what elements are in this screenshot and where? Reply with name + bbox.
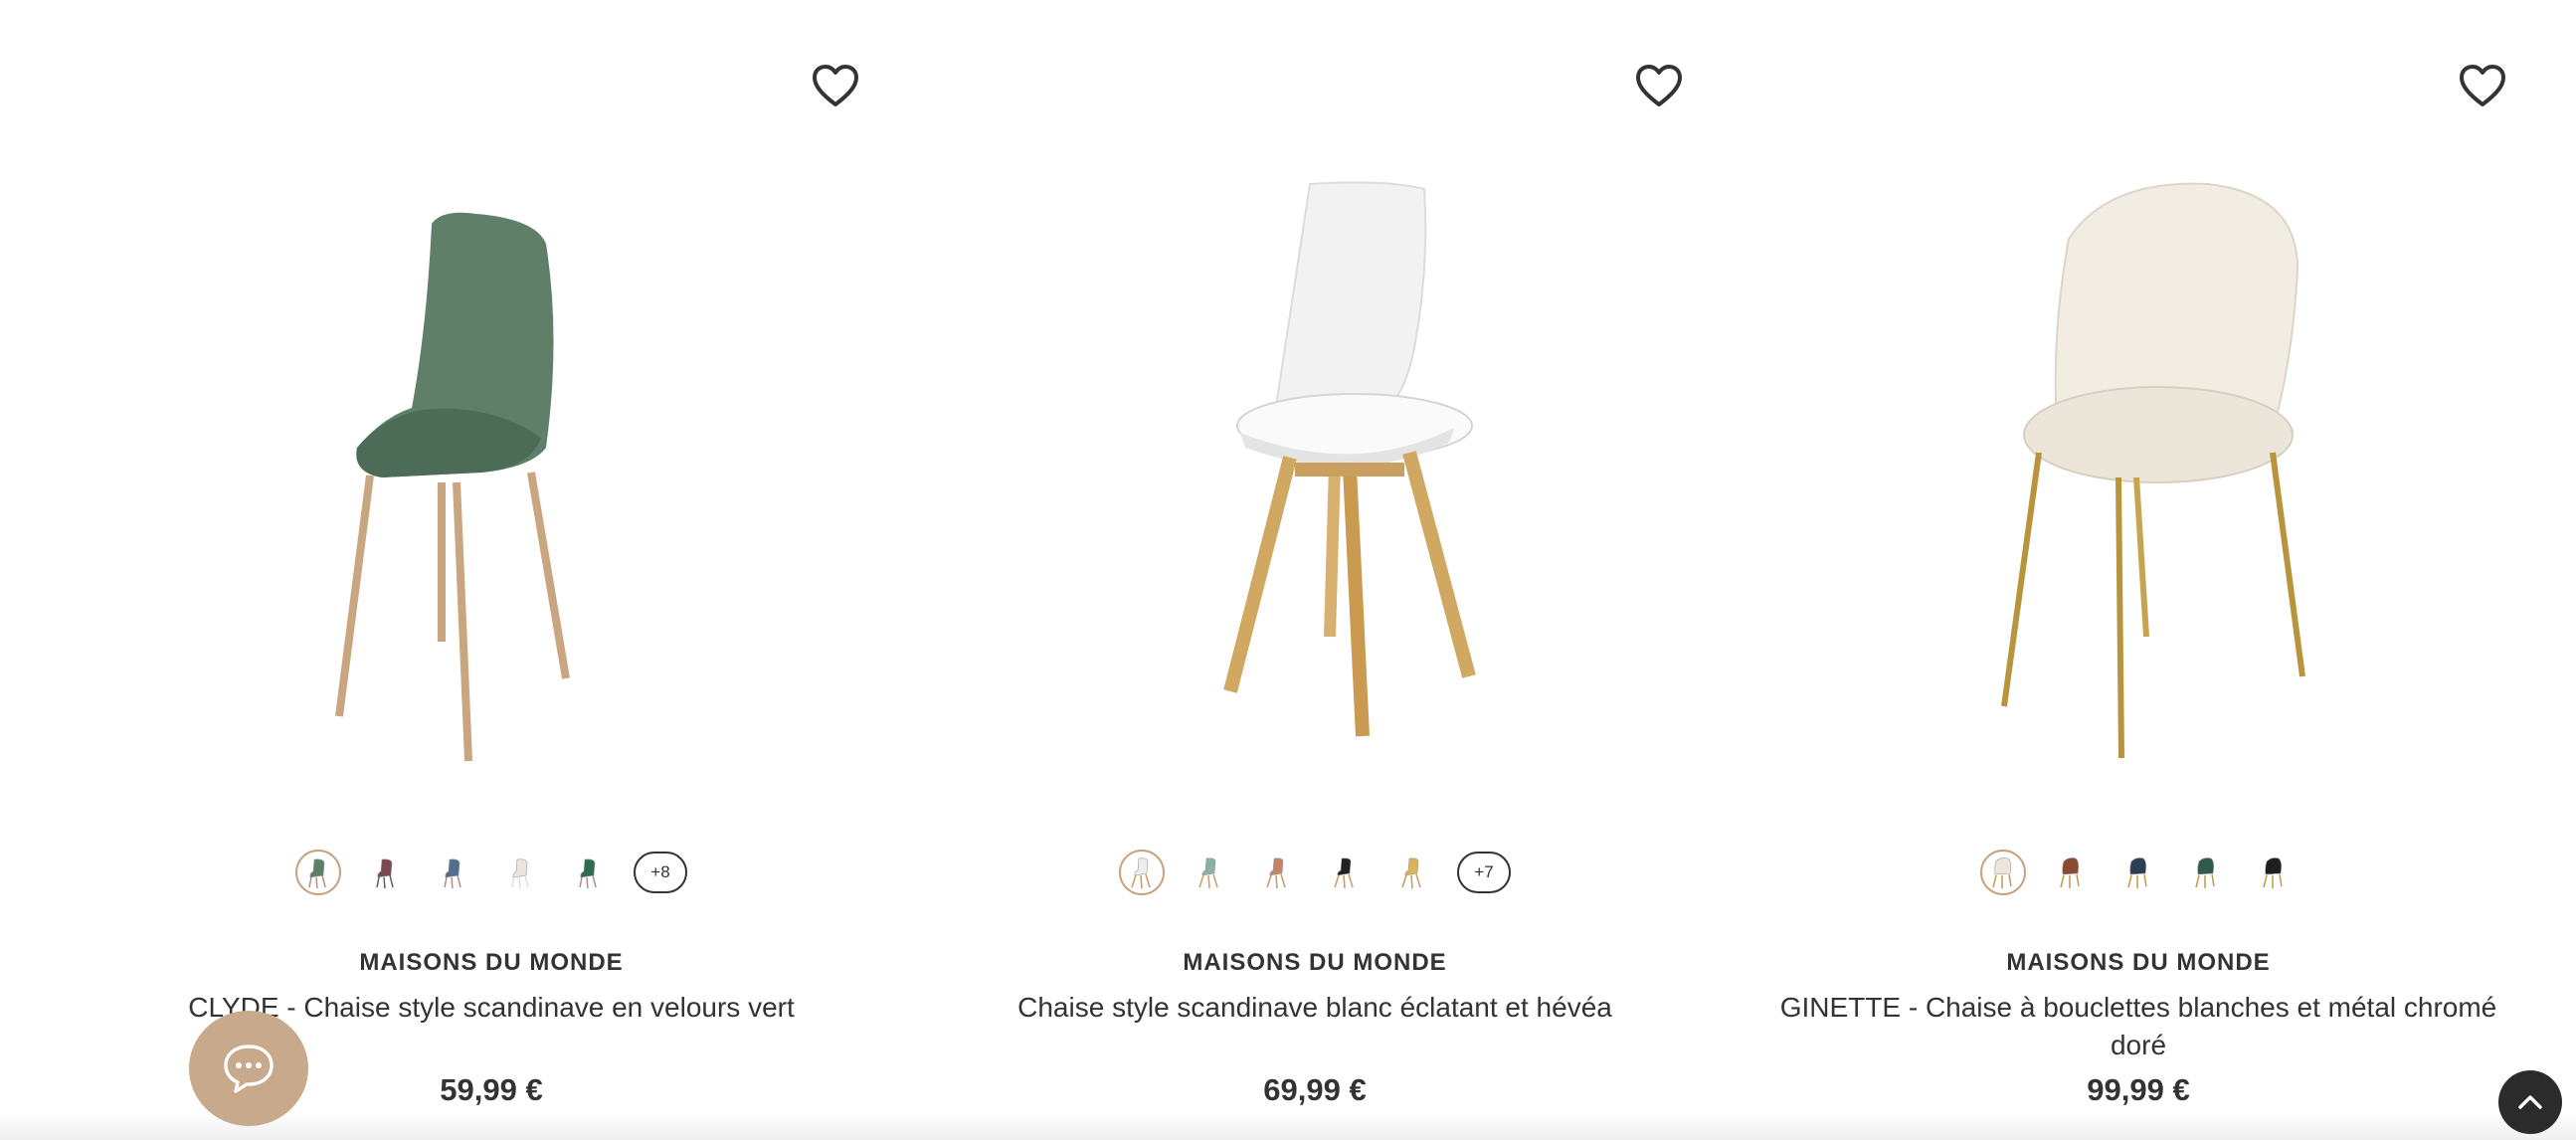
color-swatch[interactable] [566,850,612,895]
color-swatch[interactable] [295,850,341,895]
color-swatches [1727,848,2550,897]
color-swatch[interactable] [1119,850,1165,895]
chat-bubble-icon [224,1045,274,1093]
wishlist-heart-icon[interactable] [2459,64,2506,107]
color-swatch[interactable] [2116,850,2161,895]
color-swatch[interactable] [1322,850,1368,895]
product-price: 99,99 € [2087,1072,2190,1107]
color-swatches: +7 [903,848,1727,897]
brand-name: MAISONS DU MONDE [1183,949,1447,976]
brand-name: MAISONS DU MONDE [359,949,624,976]
chevron-up-icon [2518,1095,2542,1109]
color-swatch[interactable] [1254,850,1300,895]
boucle-chair-photo [2001,182,2305,759]
color-swatch[interactable] [498,850,544,895]
color-swatch[interactable] [1980,850,2026,895]
product-card[interactable]: MAISONS DU MONDE GINETTE - Chaise à bouc… [1727,0,2550,1140]
product-image[interactable] [233,149,750,786]
back-to-top-button[interactable] [2498,1070,2562,1134]
product-title[interactable]: Chaise style scandinave blanc éclatant e… [943,989,1687,1027]
color-swatches: +8 [80,848,903,897]
color-swatch[interactable] [2183,850,2229,895]
chat-button[interactable] [189,1011,308,1126]
more-colors-button[interactable]: +7 [1457,852,1511,893]
wishlist-heart-icon[interactable] [812,64,859,107]
color-swatch[interactable] [2251,850,2297,895]
product-card[interactable]: +7 MAISONS DU MONDE Chaise style scandin… [903,0,1727,1140]
white-scandinavian-chair-photo [1223,181,1476,737]
more-colors-button[interactable]: +8 [634,852,687,893]
product-image[interactable] [1056,149,1573,786]
product-title[interactable]: GINETTE - Chaise à bouclettes blanches e… [1766,989,2510,1064]
color-swatch[interactable] [431,850,476,895]
product-grid: +8 MAISONS DU MONDE CLYDE - Chaise style… [0,0,2576,1140]
product-image[interactable] [1880,149,2397,786]
color-swatch[interactable] [1187,850,1232,895]
color-swatch[interactable] [2048,850,2094,895]
color-swatch[interactable] [1389,850,1435,895]
wishlist-heart-icon[interactable] [1635,64,1683,107]
green-velvet-chair-photo [335,212,570,762]
product-price: 69,99 € [1263,1072,1367,1107]
brand-name: MAISONS DU MONDE [2006,949,2271,976]
bottom-fade [0,1112,2576,1140]
color-swatch[interactable] [363,850,409,895]
product-card[interactable]: +8 MAISONS DU MONDE CLYDE - Chaise style… [80,0,903,1140]
